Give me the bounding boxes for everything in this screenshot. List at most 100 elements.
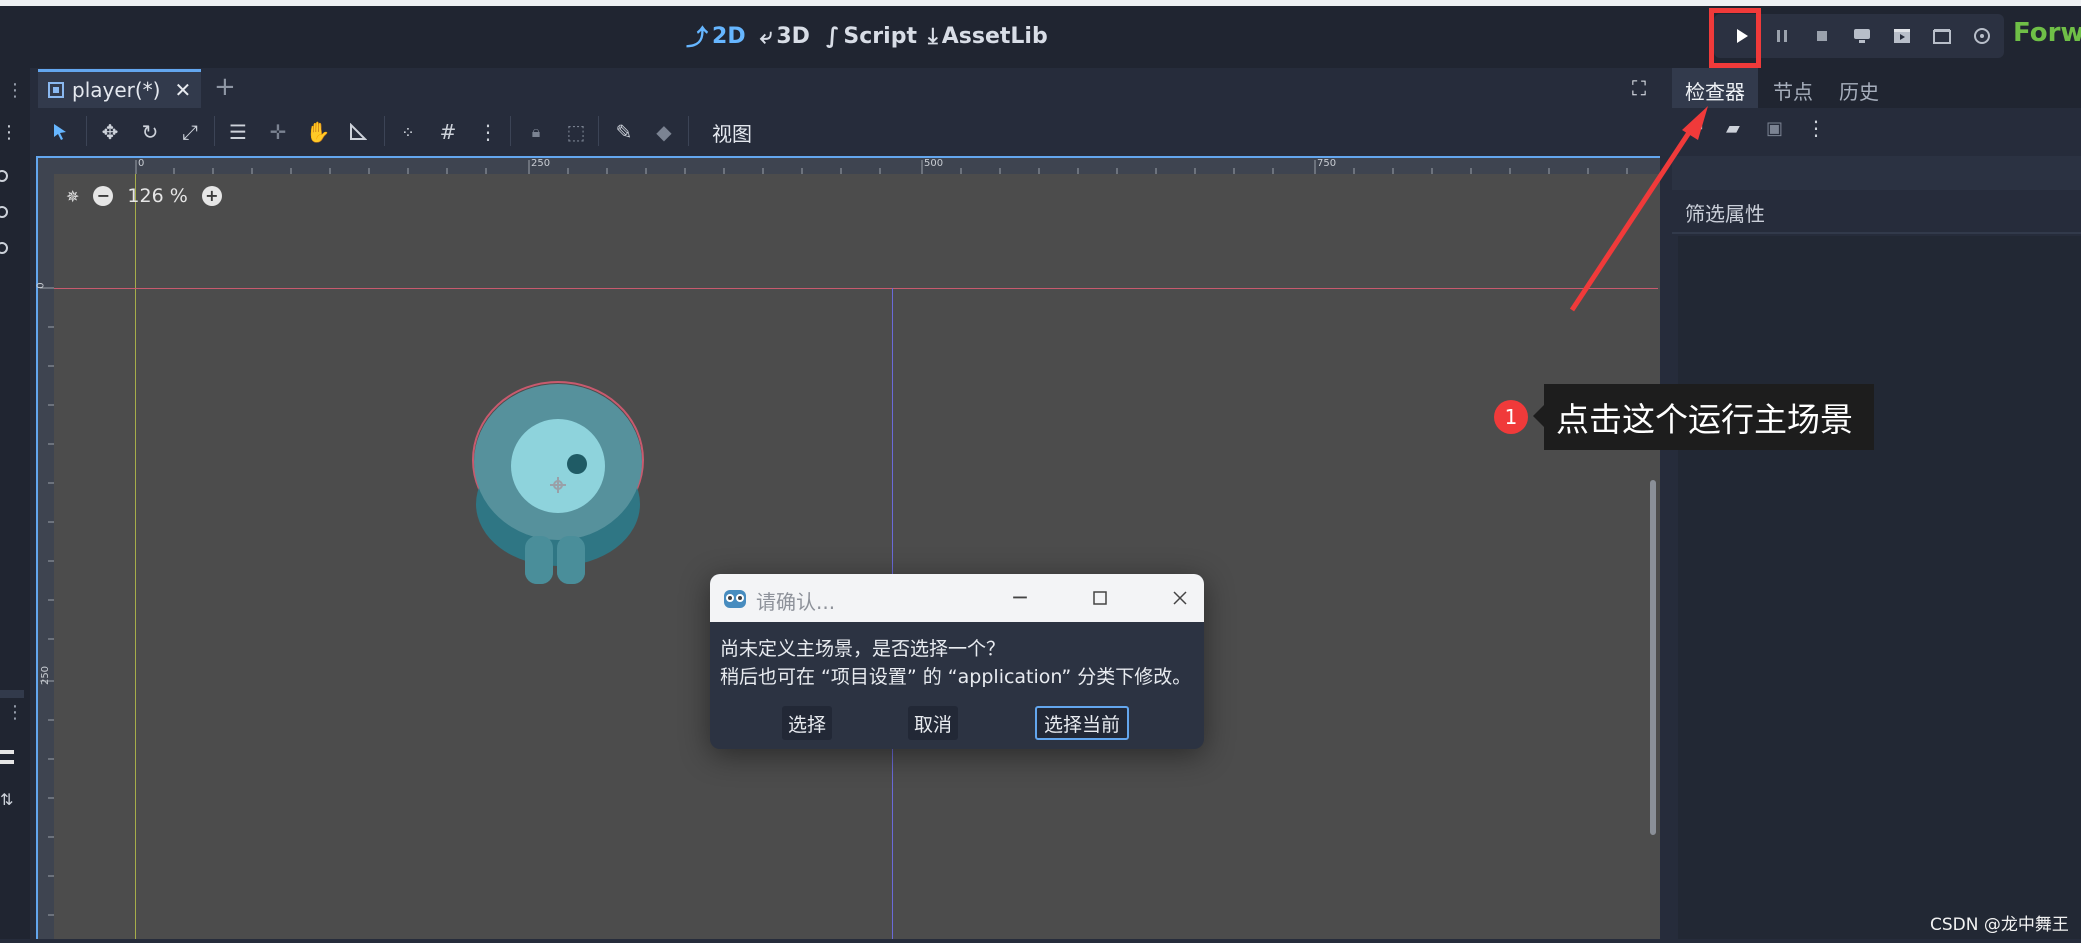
- stop-icon: [1817, 31, 1827, 41]
- left-dock-splitter[interactable]: [0, 690, 24, 698]
- close-icon: [1173, 591, 1187, 605]
- center-view-icon[interactable]: ✵: [66, 187, 79, 206]
- view-menu[interactable]: 视图: [712, 118, 752, 147]
- toolbar-separator: [214, 116, 215, 146]
- skeleton-button[interactable]: ✎: [608, 116, 640, 148]
- x-axis-line: [54, 288, 1658, 289]
- ruler-label: 250: [40, 665, 52, 686]
- maximize-button[interactable]: [1080, 582, 1120, 614]
- mode-2d-button[interactable]: ⤴ 2D: [686, 20, 746, 52]
- move-tool-button[interactable]: ✥: [94, 116, 126, 148]
- save-resource-button[interactable]: ▣: [1766, 118, 1783, 139]
- stop-button[interactable]: [1802, 14, 1842, 58]
- 3d-icon: ⤶: [760, 23, 773, 49]
- group-icon: ⬚: [566, 120, 586, 144]
- select-button[interactable]: 选择: [782, 706, 832, 740]
- pause-button[interactable]: [1762, 14, 1802, 58]
- rotate-icon: ↻: [141, 120, 159, 144]
- mode-script-button[interactable]: ∫ Script: [826, 20, 917, 52]
- dialog-message-line2: 稍后也可在 “项目设置” 的 “application” 分类下修改。: [720, 666, 1192, 688]
- 2d-icon: ⤴: [686, 26, 709, 51]
- list-view-icon[interactable]: [0, 750, 14, 754]
- select-arrow-icon: [54, 124, 66, 140]
- ruler-label: 750: [1317, 158, 1337, 169]
- inspector-path-bar: [1672, 156, 2081, 190]
- left-dock-kebab-icon[interactable]: ⋮: [0, 122, 18, 143]
- annotation-callout: 点击这个运行主场景: [1544, 384, 1874, 450]
- mode-3d-button[interactable]: ⤶ 3D: [760, 20, 810, 52]
- select-tool-button[interactable]: [44, 116, 76, 148]
- movie-maker-button[interactable]: [1962, 14, 2002, 58]
- minimize-icon: ─: [1013, 585, 1027, 611]
- zoom-controls: ✵ − 126 % +: [66, 182, 222, 210]
- lock-button[interactable]: 🔒︎: [520, 116, 552, 148]
- list-view-icon-line: [0, 760, 14, 764]
- minimize-button[interactable]: ─: [1000, 582, 1040, 614]
- camera-override-button[interactable]: ◆: [648, 116, 680, 148]
- pivot-icon: ✛: [269, 120, 287, 144]
- sort-icon[interactable]: ⇅: [0, 790, 13, 809]
- tab-history[interactable]: 历史: [1839, 76, 1879, 105]
- close-tab-icon[interactable]: ✕: [174, 78, 191, 102]
- close-dialog-button[interactable]: [1160, 582, 1200, 614]
- ruler-horizontal: 0 250 500 750: [38, 158, 1660, 174]
- run-custom-scene-button[interactable]: [1922, 14, 1962, 58]
- remote-debug-button[interactable]: [1842, 14, 1882, 58]
- visibility-eye-icon[interactable]: [0, 240, 12, 259]
- watermark: CSDN @龙中舞王: [1930, 915, 2069, 935]
- group-button[interactable]: ⬚: [560, 116, 592, 148]
- ruler-tool-button[interactable]: [342, 116, 374, 148]
- ruler-icon: [350, 123, 367, 140]
- select-current-button[interactable]: 选择当前: [1035, 706, 1129, 740]
- kebab-icon: ⋮: [478, 120, 498, 144]
- canvas-viewport[interactable]: [36, 156, 1660, 939]
- distraction-free-icon[interactable]: ⛶: [1632, 76, 1646, 100]
- visibility-eye-icon[interactable]: [0, 168, 12, 187]
- scene-tab-bar: [36, 68, 1660, 108]
- cancel-button[interactable]: 取消: [908, 706, 958, 740]
- grid-snap-button[interactable]: #: [432, 116, 464, 148]
- ruler-vertical-ticks: [40, 287, 54, 916]
- pivot-tool-button[interactable]: ✛: [262, 116, 294, 148]
- mode-assetlib-button[interactable]: ⤓ AssetLib: [928, 20, 1048, 52]
- confirm-dialog: 请确认... ─ 尚未定义主场景，是否选择一个？ 稍后也可在 “项目设置” 的 …: [710, 574, 1204, 749]
- run-current-scene-button[interactable]: [1882, 14, 1922, 58]
- grid-icon: #: [439, 120, 457, 144]
- resource-options-button[interactable]: ⋮: [1806, 116, 1826, 140]
- snap-options-button[interactable]: ⋮: [472, 116, 504, 148]
- zoom-out-button[interactable]: −: [93, 186, 114, 206]
- add-scene-tab-button[interactable]: +: [214, 72, 236, 102]
- viewport-vertical-scrollbar[interactable]: [1650, 480, 1656, 835]
- ruler-label: 0: [35, 282, 47, 289]
- tab-player-scene[interactable]: player(*) ✕: [38, 69, 201, 108]
- run-custom-scene-icon: [1933, 29, 1951, 44]
- scale-tool-button[interactable]: ⤢: [174, 116, 206, 148]
- list-select-button[interactable]: ☰: [222, 116, 254, 148]
- filesystem-menu-icon[interactable]: ⋮: [6, 702, 24, 723]
- open-resource-button[interactable]: ▰: [1726, 118, 1740, 139]
- smart-snap-button[interactable]: ⁘: [392, 116, 424, 148]
- maximize-icon: [1093, 591, 1107, 605]
- ruler-label: 0: [138, 158, 145, 169]
- remote-debug-icon: [1854, 29, 1870, 43]
- left-dock-menu-icon[interactable]: ⋮: [6, 80, 24, 101]
- toolbar-separator: [510, 116, 511, 146]
- rotate-tool-button[interactable]: ↻: [134, 116, 166, 148]
- zoom-level[interactable]: 126 %: [127, 185, 187, 207]
- toolbar-separator: [688, 116, 689, 146]
- scale-icon: ⤢: [182, 120, 198, 144]
- kebab-icon: ⋮: [1806, 116, 1826, 140]
- dialog-title: 请确认...: [756, 590, 836, 614]
- pan-tool-button[interactable]: ✋: [302, 116, 334, 148]
- bone-icon: ✎: [615, 120, 633, 144]
- script-icon: ∫: [826, 23, 840, 49]
- zoom-in-button[interactable]: +: [201, 186, 222, 206]
- player-sprite[interactable]: [470, 376, 650, 596]
- visibility-eye-icon[interactable]: [0, 204, 12, 223]
- renderer-label[interactable]: Forwa: [2013, 18, 2081, 48]
- camera-icon: ◆: [656, 120, 672, 144]
- annotation-arrow: [1569, 106, 1708, 312]
- tab-node[interactable]: 节点: [1773, 76, 1813, 105]
- move-icon: ✥: [101, 120, 119, 144]
- assetlib-icon: ⤓: [928, 23, 938, 49]
